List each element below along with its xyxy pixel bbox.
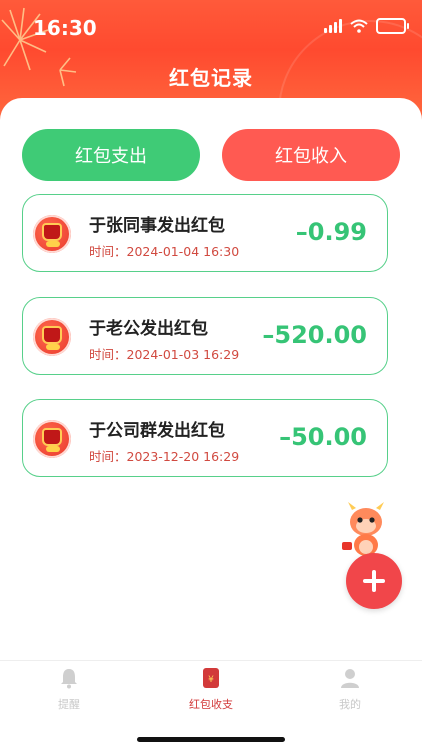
home-indicator (137, 737, 285, 742)
record-amount: –520.00 (262, 321, 367, 349)
red-envelope-icon (33, 420, 71, 458)
wifi-icon (350, 19, 368, 33)
record-card[interactable]: 于老公发出红包 时间：2024-01-03 16:29 –520.00 (22, 297, 388, 375)
bell-icon (61, 669, 77, 689)
red-envelope-icon (33, 318, 71, 356)
status-time: 16:30 (33, 16, 97, 40)
battery-icon (376, 18, 409, 34)
red-envelope-icon: ¥ (203, 668, 219, 688)
svg-text:¥: ¥ (208, 675, 214, 685)
record-title: 于老公发出红包 (89, 319, 208, 339)
signal-icon (324, 19, 342, 33)
red-envelope-icon (33, 215, 71, 253)
income-tab-button[interactable]: 红包收入 (222, 129, 400, 181)
plus-icon (363, 570, 385, 592)
tab-mine[interactable]: 我的 (310, 667, 390, 712)
tab-remind-label: 提醒 (58, 698, 80, 711)
add-record-button[interactable] (346, 553, 402, 609)
record-title: 于张同事发出红包 (89, 216, 225, 236)
page-title: 红包记录 (169, 66, 253, 90)
dragon-mascot-icon (342, 502, 384, 556)
record-card[interactable]: 于张同事发出红包 时间：2024-01-04 16:30 –0.99 (22, 194, 388, 272)
tab-redpacket[interactable]: ¥ 红包收支 (171, 667, 251, 712)
expense-tab-button[interactable]: 红包支出 (22, 129, 200, 181)
record-amount: –0.99 (295, 218, 367, 246)
record-time: 时间：2023-12-20 16:29 (89, 449, 240, 464)
tab-redpacket-label: 红包收支 (189, 698, 233, 711)
tab-remind[interactable]: 提醒 (29, 667, 109, 712)
record-time: 时间：2024-01-04 16:30 (89, 244, 240, 259)
record-amount: –50.00 (279, 423, 367, 451)
tab-mine-label: 我的 (339, 698, 361, 711)
record-title: 于公司群发出红包 (89, 421, 225, 441)
record-time: 时间：2024-01-03 16:29 (89, 347, 240, 362)
record-card[interactable]: 于公司群发出红包 时间：2023-12-20 16:29 –50.00 (22, 399, 388, 477)
status-icons (324, 18, 409, 34)
person-icon (341, 669, 359, 688)
